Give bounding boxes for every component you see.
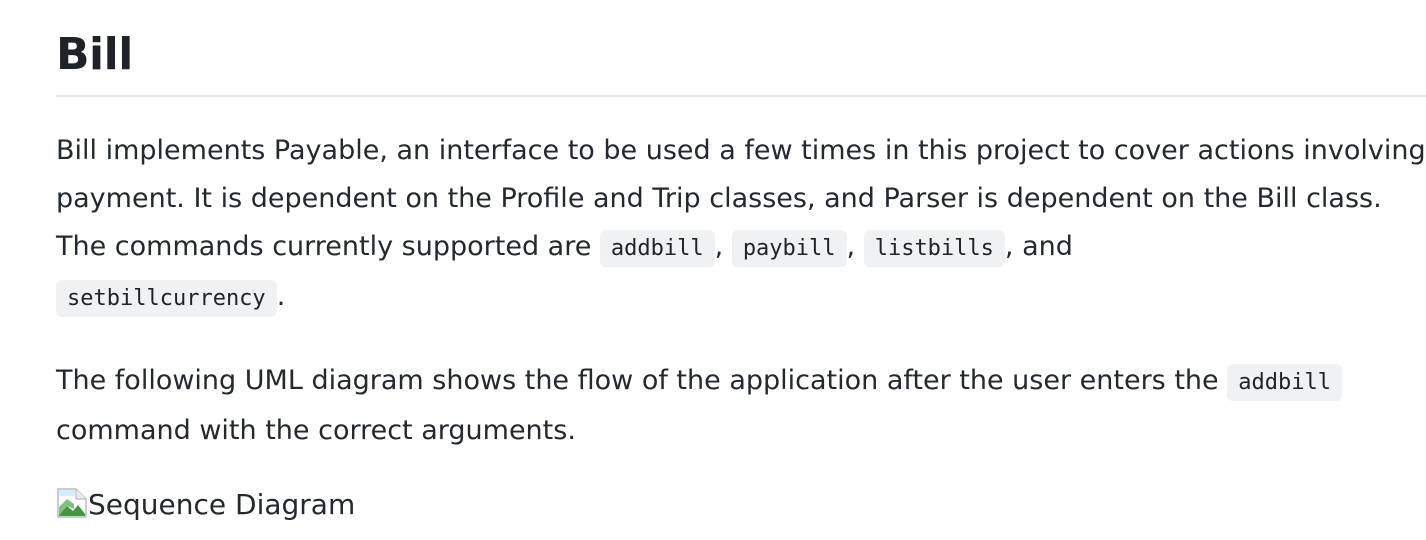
heading-divider (56, 95, 1426, 97)
inline-code-paybill: paybill (731, 230, 847, 267)
uml-description-paragraph: The following UML diagram shows the flow… (56, 357, 1426, 455)
paragraph-end: . (276, 281, 286, 312)
sequence-diagram-image: Sequence Diagram (56, 487, 1426, 523)
separator-text: , (714, 231, 732, 262)
broken-image-icon (56, 487, 88, 519)
separator-text: , and (1004, 231, 1073, 262)
inline-code-listbills: listbills (863, 230, 1005, 267)
separator-text: , (846, 231, 864, 262)
inline-code-addbill: addbill (599, 230, 715, 267)
paragraph-text: The following UML diagram shows the flow… (56, 365, 1228, 396)
paragraph-text: command with the correct arguments. (56, 415, 576, 446)
section-heading: Bill (56, 29, 133, 80)
image-alt-text: Sequence Diagram (88, 488, 356, 521)
inline-code-addbill: addbill (1227, 364, 1342, 401)
markdown-body: Bill Bill implements Payable, an interfa… (56, 0, 1426, 523)
bill-description-paragraph: Bill implements Payable, an interface to… (56, 127, 1426, 323)
inline-code-setbillcurrency: setbillcurrency (56, 280, 277, 317)
